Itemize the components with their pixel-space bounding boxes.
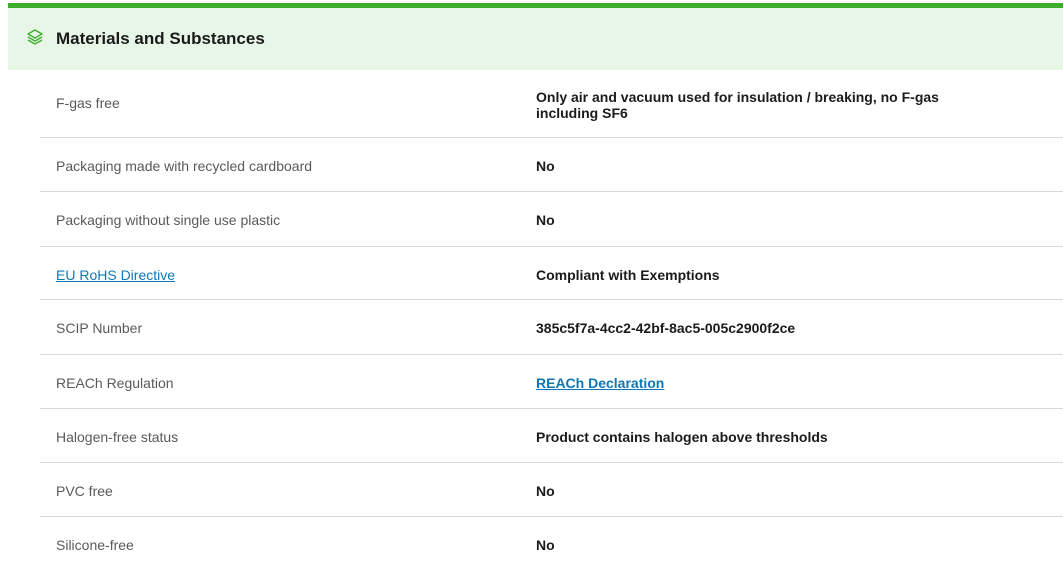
- row-label-reach-regulation: REACh Regulation: [56, 375, 174, 391]
- row-label-silicone-free: Silicone-free: [56, 537, 134, 553]
- layers-icon: [26, 28, 44, 46]
- row-value-f-gas-free: Only air and vacuum used for insulation …: [536, 89, 939, 121]
- row-label-halogen-free: Halogen-free status: [56, 429, 179, 445]
- table-row: SCIP Number 385c5f7a-4cc2-42bf-8ac5-005c…: [40, 300, 1063, 355]
- table-row: Packaging made with recycled cardboard N…: [40, 138, 1063, 192]
- table-row: PVC free No: [40, 463, 1063, 517]
- row-value-silicone-free: No: [536, 537, 555, 553]
- attributes-table: F-gas free Only air and vacuum used for …: [40, 70, 1063, 571]
- row-label-single-use-plastic: Packaging without single use plastic: [56, 212, 281, 228]
- section-header[interactable]: Materials and Substances: [8, 8, 1063, 70]
- row-value-halogen-free: Product contains halogen above threshold…: [536, 429, 828, 445]
- table-row: Packaging without single use plastic No: [40, 192, 1063, 247]
- row-value-eu-rohs: Compliant with Exemptions: [536, 267, 720, 283]
- row-label-f-gas-free: F-gas free: [56, 95, 120, 111]
- table-row: F-gas free Only air and vacuum used for …: [40, 70, 1063, 138]
- row-value-pvc-free: No: [536, 483, 555, 499]
- reach-declaration-link[interactable]: REACh Declaration: [536, 375, 966, 391]
- table-row: Silicone-free No: [40, 517, 1063, 571]
- table-row: REACh Regulation REACh Declaration: [40, 355, 1063, 409]
- row-label-scip-number: SCIP Number: [56, 320, 143, 336]
- eu-rohs-directive-link[interactable]: EU RoHS Directive: [56, 267, 496, 283]
- row-label-recycled-cardboard: Packaging made with recycled cardboard: [56, 158, 313, 174]
- section-title: Materials and Substances: [56, 29, 265, 48]
- table-row: Halogen-free status Product contains hal…: [40, 409, 1063, 463]
- row-value-recycled-cardboard: No: [536, 158, 555, 174]
- row-value-scip-number: 385c5f7a-4cc2-42bf-8ac5-005c2900f2ce: [536, 320, 796, 336]
- row-label-pvc-free: PVC free: [56, 483, 113, 499]
- table-row: EU RoHS Directive Compliant with Exempti…: [40, 247, 1063, 300]
- row-value-single-use-plastic: No: [536, 212, 555, 228]
